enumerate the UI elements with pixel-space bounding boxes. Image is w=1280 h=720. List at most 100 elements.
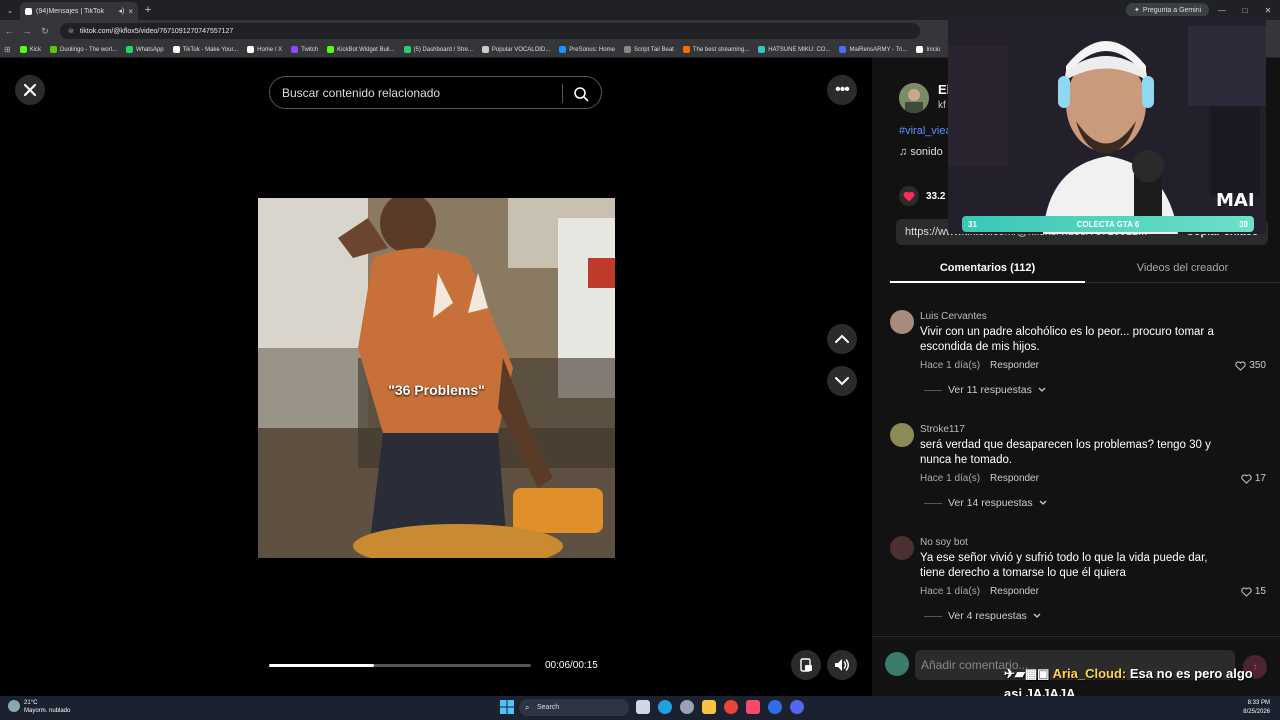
speaker-icon[interactable]: ◂) xyxy=(118,7,124,15)
bookmark-favicon-icon xyxy=(125,46,133,53)
commenter-avatar[interactable] xyxy=(890,310,914,334)
hashtag-link[interactable]: #viral_viea xyxy=(899,125,952,137)
gemini-button[interactable]: ✦ Pregunta a Gemini xyxy=(1126,3,1210,17)
bookmark-favicon-icon xyxy=(758,46,766,53)
search-icon[interactable] xyxy=(570,83,592,105)
close-tab-icon[interactable]: × xyxy=(128,7,133,16)
bookmark-item[interactable]: PreSonus: Home xyxy=(559,46,615,53)
bookmark-item[interactable]: Kick xyxy=(19,46,41,53)
bookmark-item[interactable]: (5) Dashboard / Stre... xyxy=(403,46,473,53)
bookmark-item[interactable]: Duolingo - The worl... xyxy=(50,46,117,53)
bookmark-item[interactable]: KickBot Widget Buil... xyxy=(327,46,395,53)
video-player[interactable]: Buscar contenido relacionado "36 Problem… xyxy=(258,58,615,696)
sound-link[interactable]: ♫ sonido xyxy=(899,146,943,158)
forward-icon[interactable]: → xyxy=(18,20,36,42)
view-replies-button[interactable]: Ver 4 respuestas xyxy=(924,610,1041,622)
comment-meta: Hace 1 día(s) Responder xyxy=(920,473,1039,484)
comment-text: Vivir con un padre alcohólico es lo peor… xyxy=(920,326,1214,353)
itunes-icon[interactable] xyxy=(746,700,760,714)
chevron-down-icon xyxy=(835,377,849,386)
taskbar-search[interactable]: ⌕ Search xyxy=(519,699,629,716)
bookmark-favicon-icon xyxy=(682,46,690,53)
bookmark-item[interactable]: WhatsApp xyxy=(125,46,164,53)
commenter-name[interactable]: Stroke117 xyxy=(920,424,965,435)
reload-icon[interactable]: ↻ xyxy=(36,20,54,42)
tiktok-favicon-icon xyxy=(25,7,32,15)
more-options-button[interactable]: ••• xyxy=(827,75,857,105)
chrome-icon[interactable] xyxy=(724,700,738,714)
video-progress-bar[interactable] xyxy=(269,664,531,667)
bookmark-favicon-icon xyxy=(623,46,631,53)
tab-comments[interactable]: Comentarios (112) xyxy=(890,253,1085,283)
view-replies-button[interactable]: Ver 14 respuestas xyxy=(924,497,1047,509)
comment-like-button[interactable]: 17 xyxy=(1241,473,1266,484)
weather-widget[interactable]: 21°C Mayorm. nublado xyxy=(8,699,70,715)
like-count: 33.2 xyxy=(926,190,946,202)
author-avatar[interactable] xyxy=(899,83,929,113)
bookmark-item[interactable]: Home / X xyxy=(247,46,282,53)
bookmark-favicon-icon xyxy=(50,46,58,53)
close-video-button[interactable] xyxy=(15,75,45,105)
volume-button[interactable] xyxy=(827,650,857,680)
bookmark-favicon-icon xyxy=(839,46,847,53)
edge-icon[interactable] xyxy=(658,700,672,714)
reply-button[interactable]: Responder xyxy=(990,360,1039,371)
address-bar[interactable]: ⊜ tiktok.com/@kflox5/video/7671091270747… xyxy=(60,23,920,39)
new-tab-button[interactable]: + xyxy=(138,0,158,20)
back-icon[interactable]: ← xyxy=(0,20,18,42)
file-explorer-icon[interactable] xyxy=(702,700,716,714)
bookmark-item[interactable]: MaiRensARMY - Tri... xyxy=(839,46,907,53)
floating-player-button[interactable] xyxy=(791,650,821,680)
site-info-icon[interactable]: ⊜ xyxy=(68,27,74,35)
discord-icon[interactable] xyxy=(790,700,804,714)
bookmark-item[interactable]: Twitch xyxy=(291,46,318,53)
view-replies-button[interactable]: Ver 11 respuestas xyxy=(924,384,1046,396)
next-video-button[interactable] xyxy=(827,366,857,396)
reply-button[interactable]: Responder xyxy=(990,473,1039,484)
commenter-name[interactable]: Luis Cervantes xyxy=(920,311,987,322)
tab-creator-videos[interactable]: Videos del creador xyxy=(1085,253,1280,282)
apps-icon[interactable]: ⊞ xyxy=(4,45,11,54)
windows-start-icon[interactable] xyxy=(500,700,514,714)
previous-video-button[interactable] xyxy=(827,324,857,354)
bookmark-favicon-icon xyxy=(481,46,489,53)
related-search-input[interactable]: Buscar contenido relacionado xyxy=(269,76,602,109)
comment-item: No soy bot Ya ese señor vivió y sufrió to… xyxy=(890,524,1276,637)
video-progress-fill xyxy=(269,664,374,667)
pocketcasts-icon[interactable] xyxy=(768,700,782,714)
clock-time: 8:33 PM xyxy=(1247,700,1270,706)
bookmark-label: WhatsApp xyxy=(135,46,164,53)
comment-time: Hace 1 día(s) xyxy=(920,586,981,597)
author-id[interactable]: kf xyxy=(938,100,946,111)
comment-like-button[interactable]: 350 xyxy=(1235,360,1266,371)
bookmark-item[interactable]: Inicio xyxy=(916,46,940,53)
like-button[interactable]: 33.2 xyxy=(899,186,945,206)
bookmark-item[interactable]: HATSUNE MIKU: CO... xyxy=(758,46,830,53)
tab-search-icon[interactable]: ⌄ xyxy=(0,0,20,20)
reply-button[interactable]: Responder xyxy=(990,586,1039,597)
chevron-down-icon xyxy=(1039,500,1047,505)
heart-outline-icon xyxy=(1235,360,1246,371)
taskbar-apps xyxy=(636,700,804,714)
task-view-icon[interactable] xyxy=(636,700,650,714)
collect-label: COLECTA GTA 6 xyxy=(1076,219,1140,229)
bookmark-item[interactable]: Script Tail Beat xyxy=(623,46,674,53)
my-avatar xyxy=(885,652,909,676)
settings-icon[interactable] xyxy=(680,700,694,714)
comment-meta: Hace 1 día(s) Responder xyxy=(920,360,1039,371)
bookmark-item[interactable]: The best streaming... xyxy=(682,46,749,53)
bookmark-label: Script Tail Beat xyxy=(633,46,674,53)
heart-icon xyxy=(899,186,919,206)
comment-like-button[interactable]: 15 xyxy=(1241,586,1266,597)
commenter-avatar[interactable] xyxy=(890,536,914,560)
taskbar-clock[interactable]: 8:33 PM 8/25/2026 xyxy=(1243,699,1270,717)
bookmark-item[interactable]: Popular VOCALOID... xyxy=(481,46,550,53)
commenter-name[interactable]: No soy bot xyxy=(920,537,968,548)
tab-title: (94)Mensajes | TikTok xyxy=(36,7,104,15)
commenter-avatar[interactable] xyxy=(890,423,914,447)
browser-tab[interactable]: (94)Mensajes | TikTok ◂) × xyxy=(20,2,138,20)
chevron-up-icon xyxy=(835,334,849,343)
chat-username: Aria_Cloud: xyxy=(1052,666,1127,681)
heart-outline-icon xyxy=(1241,586,1252,597)
bookmark-item[interactable]: TikTok - Make Your... xyxy=(172,46,238,53)
